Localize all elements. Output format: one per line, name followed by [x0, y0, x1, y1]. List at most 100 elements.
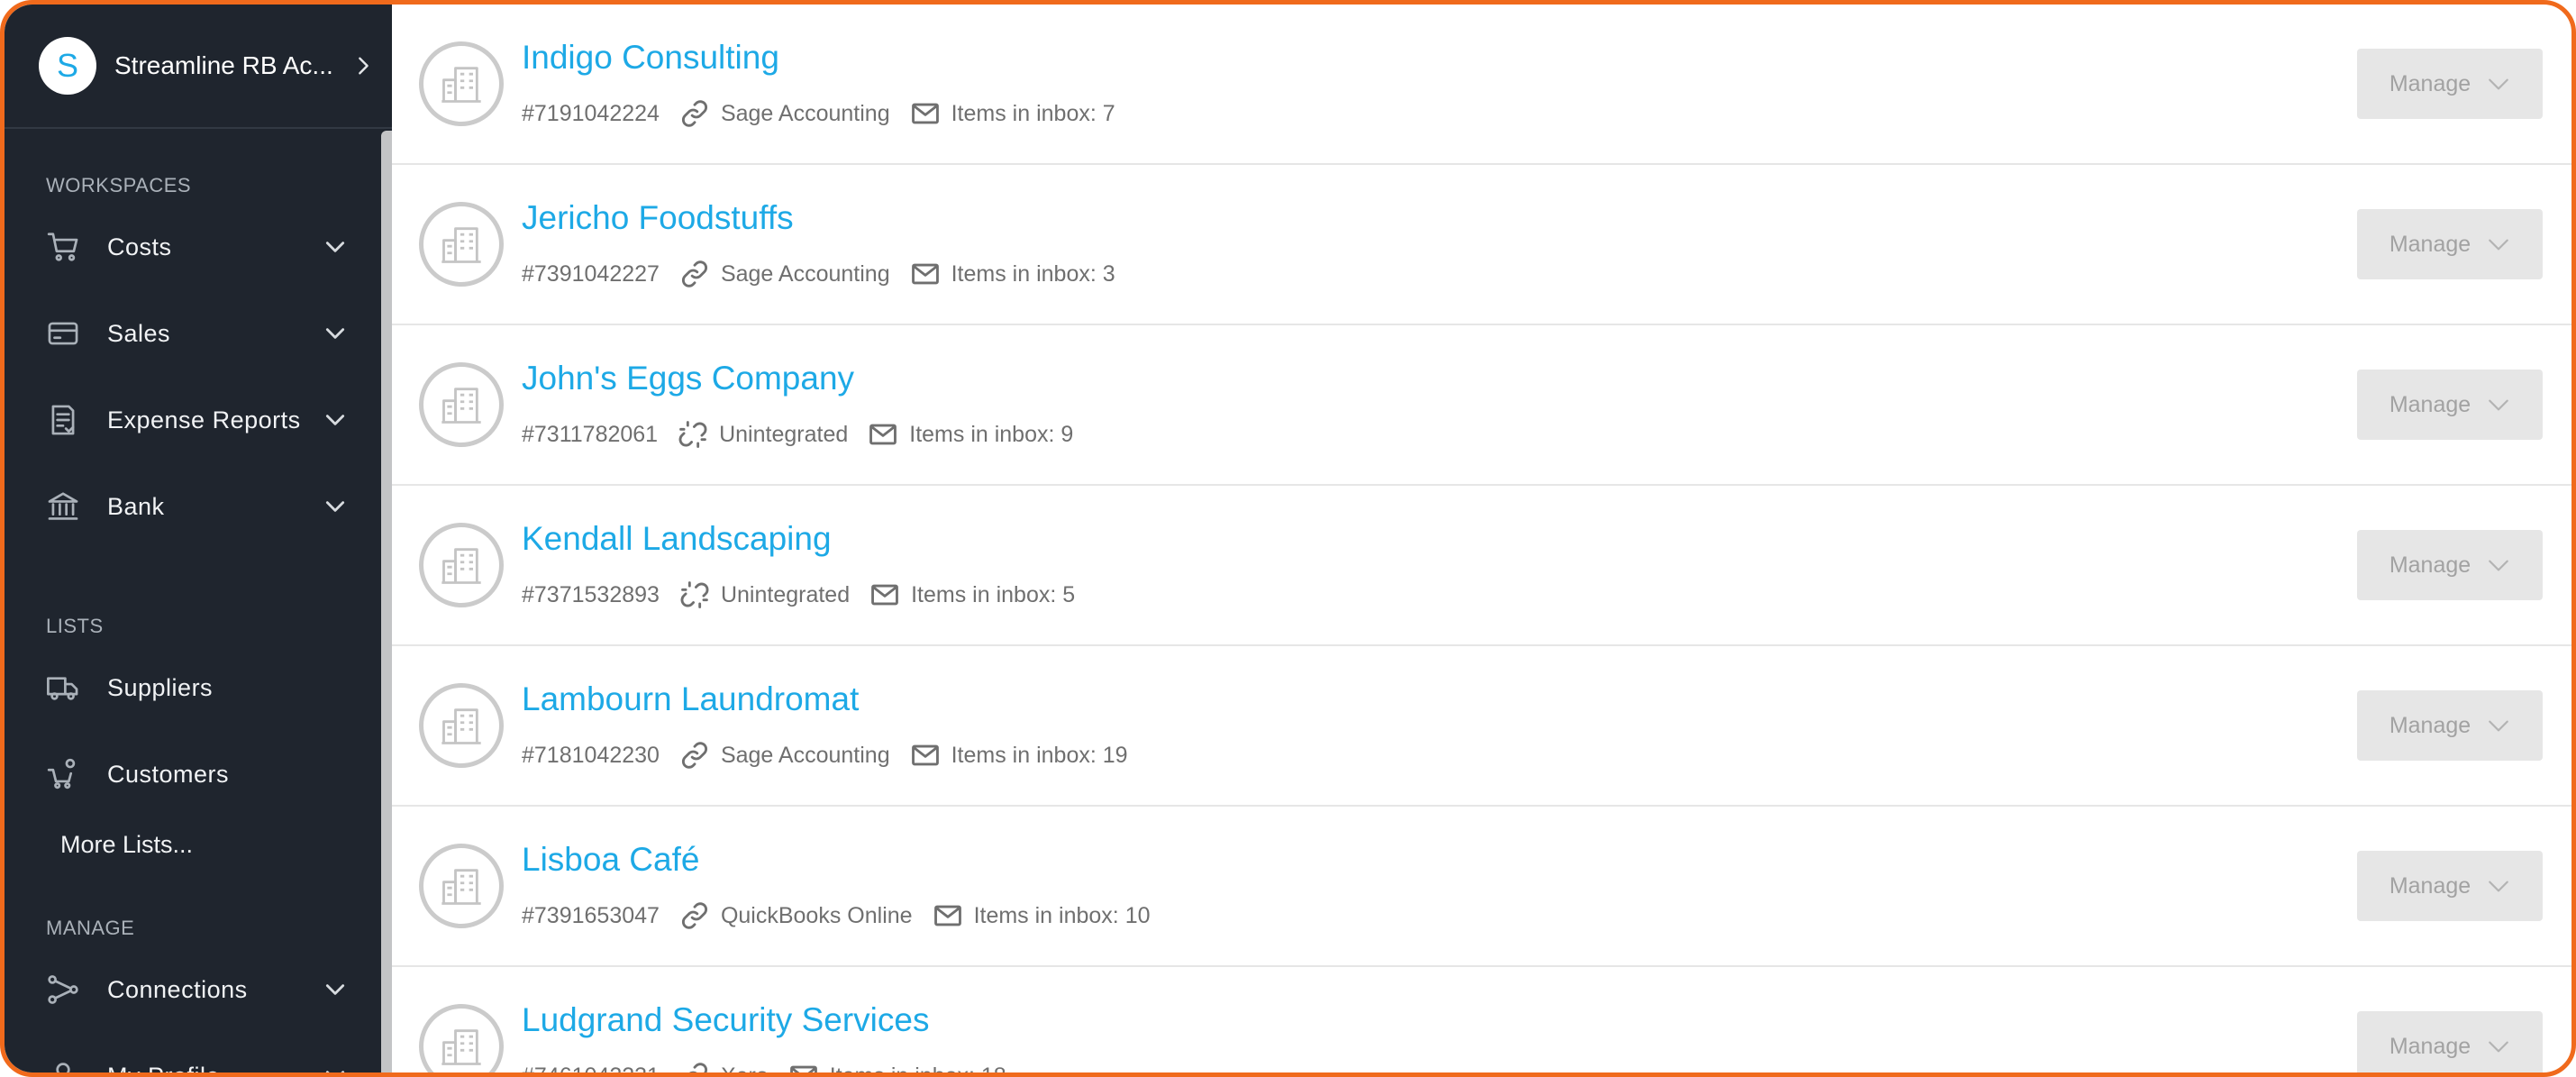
- link-icon: [681, 260, 707, 288]
- sidebar-item-label: Sales: [107, 319, 171, 347]
- chevron-down-icon: [325, 501, 345, 512]
- sidebar-item-costs[interactable]: Costs: [5, 204, 392, 290]
- sidebar-item-sales[interactable]: Sales: [5, 290, 392, 377]
- sidebar-item-customers[interactable]: Customers: [5, 731, 392, 817]
- client-details: Lisboa Café #7391653047 QuickBooks Onlin…: [522, 841, 1170, 931]
- manage-button-label: Manage: [2389, 1033, 2471, 1059]
- manage-button[interactable]: Manage: [2357, 530, 2543, 600]
- sidebar-scrollbar[interactable]: [381, 131, 392, 1072]
- integration-status: QuickBooks Online: [679, 900, 913, 931]
- client-meta: #7391042227 Sage Accounting Items in inb…: [522, 259, 1135, 289]
- client-details: Kendall Landscaping #7371532893 Unintegr…: [522, 520, 1095, 610]
- sidebar-item-label: Costs: [107, 233, 172, 260]
- client-name-link[interactable]: Ludgrand Security Services: [522, 1001, 1026, 1039]
- manage-button[interactable]: Manage: [2357, 209, 2543, 279]
- client-details: Ludgrand Security Services #7461042231 X…: [522, 1001, 1026, 1072]
- building-icon: [419, 41, 504, 126]
- inbox-count-label: Items in inbox: 7: [951, 100, 1115, 126]
- client-row: Ludgrand Security Services #7461042231 X…: [392, 967, 2571, 1072]
- client-name-link[interactable]: Lambourn Laundromat: [522, 680, 1148, 718]
- client-details: John's Eggs Company #7311782061 Unintegr…: [522, 360, 1093, 450]
- account-switcher[interactable]: S Streamline RB Ac...: [5, 5, 392, 129]
- building-icon: [419, 202, 504, 287]
- client-id: #7391653047: [522, 902, 660, 928]
- client-row: Kendall Landscaping #7371532893 Unintegr…: [392, 486, 2571, 646]
- client-name-link[interactable]: Lisboa Café: [522, 841, 1170, 879]
- mail-icon: [911, 744, 939, 766]
- manage-button-label: Manage: [2389, 712, 2471, 738]
- client-name-link[interactable]: Kendall Landscaping: [522, 520, 1095, 558]
- cart-icon: [47, 233, 78, 261]
- manage-button[interactable]: Manage: [2357, 49, 2543, 119]
- unlink-icon: [678, 421, 707, 448]
- connections-icon: [48, 975, 78, 1004]
- manage-button[interactable]: Manage: [2357, 370, 2543, 440]
- chevron-down-icon: [325, 328, 345, 339]
- chevron-down-icon: [2489, 881, 2509, 892]
- truck-icon: [47, 677, 78, 700]
- chevron-down-icon: [325, 242, 345, 252]
- integration-status: Sage Accounting: [679, 740, 890, 771]
- inbox-count-label: Items in inbox: 9: [909, 421, 1074, 447]
- chevron-down-icon: [2489, 720, 2509, 732]
- mail-icon: [911, 263, 939, 285]
- inbox-count: Items in inbox: 18: [788, 1061, 1006, 1072]
- mail-icon: [789, 1065, 817, 1072]
- bank-icon: [48, 492, 78, 520]
- mail-icon: [933, 905, 961, 926]
- integration-label: Unintegrated: [720, 581, 851, 607]
- workspaces-heading: WORKSPACES: [46, 174, 192, 196]
- integration-status: Sage Accounting: [679, 98, 890, 129]
- client-id: #7371532893: [522, 581, 660, 607]
- manage-button-label: Manage: [2389, 231, 2471, 257]
- inbox-count-label: Items in inbox: 5: [911, 581, 1076, 607]
- integration-status: Unintegrated: [678, 419, 848, 450]
- chevron-right-icon: [358, 57, 369, 75]
- client-meta: #7391653047 QuickBooks Online Items in i…: [522, 900, 1170, 931]
- client-name-link[interactable]: Indigo Consulting: [522, 39, 1135, 77]
- manage-button-label: Manage: [2389, 70, 2471, 96]
- client-row: Jericho Foodstuffs #7391042227 Sage Acco…: [392, 165, 2571, 325]
- chevron-down-icon: [325, 1071, 345, 1072]
- integration-label: Unintegrated: [719, 421, 849, 447]
- receipt-icon: [51, 405, 75, 435]
- unlink-icon: [680, 581, 709, 608]
- sidebar-item-label: Suppliers: [107, 673, 214, 701]
- client-name-link[interactable]: John's Eggs Company: [522, 360, 1093, 397]
- integration-label: Sage Accounting: [720, 100, 890, 126]
- manage-button[interactable]: Manage: [2357, 851, 2543, 921]
- chevron-down-icon: [2489, 399, 2509, 411]
- lists-heading: LISTS: [46, 615, 104, 637]
- client-name-link[interactable]: Jericho Foodstuffs: [522, 199, 1135, 237]
- account-avatar: S: [39, 37, 96, 95]
- building-icon: [419, 1004, 504, 1072]
- link-icon: [681, 902, 707, 929]
- integration-status: Xero: [679, 1061, 769, 1072]
- client-details: Lambourn Laundromat #7181042230 Sage Acc…: [522, 680, 1148, 771]
- client-details: Jericho Foodstuffs #7391042227 Sage Acco…: [522, 199, 1135, 289]
- building-icon: [419, 683, 504, 768]
- sidebar-item-connections[interactable]: Connections: [5, 946, 392, 1033]
- inbox-count: Items in inbox: 9: [868, 419, 1073, 450]
- manage-heading: MANAGE: [46, 917, 135, 939]
- sidebar-item-expense-reports[interactable]: Expense Reports: [5, 377, 392, 463]
- sidebar-item-bank[interactable]: Bank: [5, 463, 392, 550]
- manage-button-label: Manage: [2389, 552, 2471, 578]
- sidebar-item-my-profile[interactable]: My Profile: [5, 1033, 392, 1072]
- manage-button[interactable]: Manage: [2357, 690, 2543, 761]
- manage-button[interactable]: Manage: [2357, 1011, 2543, 1072]
- client-id: #7461042231: [522, 1063, 660, 1073]
- more-lists-link[interactable]: More Lists...: [5, 817, 392, 872]
- client-row: Lisboa Café #7391653047 QuickBooks Onlin…: [392, 807, 2571, 967]
- sidebar-item-label: Connections: [107, 975, 248, 1003]
- integration-label: Sage Accounting: [720, 260, 890, 287]
- integration-label: QuickBooks Online: [720, 902, 913, 928]
- inbox-count-label: Items in inbox: 3: [951, 260, 1115, 287]
- inbox-count-label: Items in inbox: 19: [951, 742, 1128, 768]
- client-meta: #7311782061 Unintegrated Items in inbox:…: [522, 419, 1093, 450]
- client-meta: #7461042231 Xero Items in inbox: 18: [522, 1061, 1026, 1072]
- sidebar-item-suppliers[interactable]: Suppliers: [5, 644, 392, 731]
- sidebar-item-label: Expense Reports: [107, 406, 301, 434]
- mail-icon: [911, 103, 939, 124]
- integration-label: Sage Accounting: [720, 742, 890, 768]
